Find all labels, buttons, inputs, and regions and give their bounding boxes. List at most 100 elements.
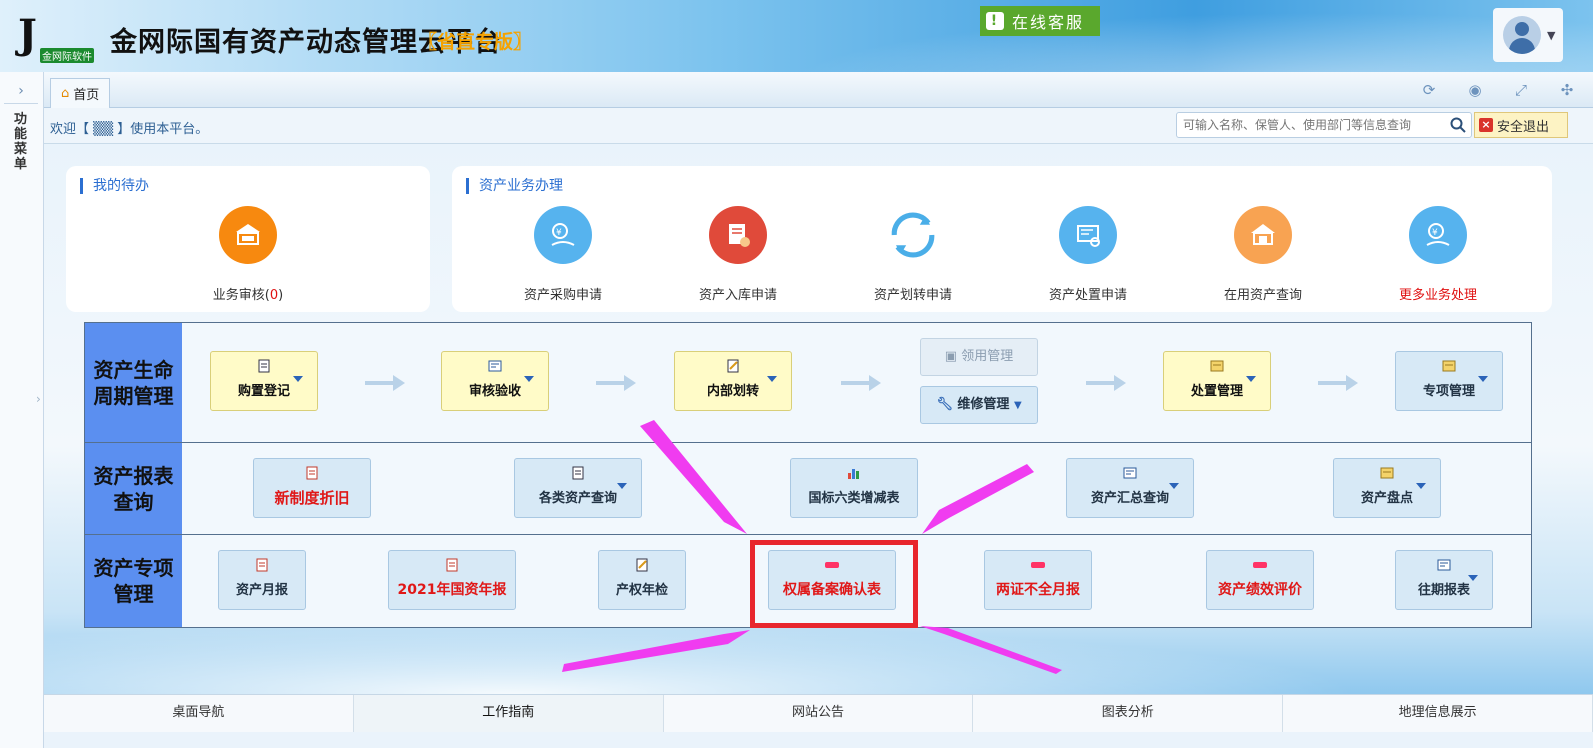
chevron-down-icon[interactable] bbox=[617, 483, 627, 489]
special-management-label: 专项管理 bbox=[1422, 384, 1475, 399]
purchase-register-button[interactable]: 购置登记 bbox=[210, 351, 318, 411]
purchase-request-label: 资产采购申请 bbox=[523, 288, 602, 303]
welcome-bar: 欢迎【 ▒▒ 】使用本平台。 × 安全退出 bbox=[44, 108, 1593, 144]
chevron-down-icon[interactable] bbox=[1478, 376, 1488, 382]
tab-work-guide[interactable]: 工作指南 bbox=[353, 695, 664, 732]
tab-tools: ⟳ ◉ ⤢ ✣ bbox=[1417, 80, 1579, 100]
transfer-cycle-icon bbox=[884, 206, 942, 264]
search-box bbox=[1176, 112, 1472, 138]
logo-text: 金网际软件 bbox=[40, 48, 94, 63]
asset-inventory-label: 资产盘点 bbox=[1360, 491, 1413, 506]
chevron-down-icon[interactable] bbox=[524, 376, 534, 382]
pencil-doc-icon bbox=[727, 359, 739, 373]
report-icon bbox=[446, 558, 458, 572]
chevron-down-icon[interactable]: ▼ bbox=[1014, 400, 1022, 411]
tab-bar: ⌂ 首页 ⟳ ◉ ⤢ ✣ bbox=[44, 72, 1593, 108]
house-icon bbox=[1234, 206, 1292, 264]
sidebar-expand-button[interactable]: › bbox=[4, 78, 38, 104]
transfer-request-item[interactable]: 资产划转申请 bbox=[838, 206, 988, 303]
inbound-request-item[interactable]: 资产入库申请 bbox=[663, 206, 813, 303]
app-header: J 金网际软件 金网际国有资产动态管理云平台 〖省直专版〗 ! 在线客服 ▼ bbox=[0, 0, 1593, 72]
header-background bbox=[693, 0, 1593, 72]
new-depreciation-button[interactable]: 新制度折旧 bbox=[253, 458, 371, 518]
tab-home-label: 首页 bbox=[73, 88, 100, 103]
tab-home[interactable]: ⌂ 首页 bbox=[50, 78, 111, 108]
eye-icon[interactable]: ◉ bbox=[1463, 80, 1487, 100]
flow-arrow bbox=[365, 375, 405, 391]
logout-button[interactable]: × 安全退出 bbox=[1474, 112, 1568, 138]
folder-doc-icon bbox=[1442, 360, 1456, 372]
search-input[interactable] bbox=[1177, 113, 1439, 137]
tab-desktop-nav[interactable]: 桌面导航 bbox=[44, 695, 354, 732]
property-annual-check-label: 产权年检 bbox=[615, 583, 668, 598]
new-depreciation-label: 新制度折旧 bbox=[274, 489, 350, 507]
bank-icon bbox=[219, 206, 277, 264]
welcome-text: 欢迎【 ▒▒ 】使用本平台。 bbox=[50, 122, 209, 137]
chevron-down-icon[interactable] bbox=[1468, 575, 1478, 581]
form-icon bbox=[488, 360, 502, 372]
fullscreen-icon[interactable]: ✣ bbox=[1555, 80, 1579, 100]
business-review-item[interactable]: 业务审核(0) bbox=[173, 206, 323, 303]
sidebar-drag-handle[interactable]: › bbox=[36, 392, 41, 406]
certificate-icon bbox=[1059, 206, 1117, 264]
document-hand-icon bbox=[709, 206, 767, 264]
folder-doc-icon bbox=[1380, 467, 1394, 479]
flow-arrow bbox=[1086, 375, 1126, 391]
chevron-down-icon[interactable] bbox=[293, 376, 303, 382]
national-six-class-button[interactable]: 国标六类增减表 bbox=[790, 458, 918, 518]
tab-announcements[interactable]: 网站公告 bbox=[664, 695, 974, 732]
online-service-button[interactable]: ! 在线客服 bbox=[980, 6, 1100, 36]
annual-report-2021-label: 2021年国资年报 bbox=[397, 582, 507, 598]
asset-summary-query-button[interactable]: 资产汇总查询 bbox=[1066, 458, 1194, 518]
search-icon[interactable] bbox=[1449, 116, 1467, 134]
asset-inventory-button[interactable]: 资产盘点 bbox=[1333, 458, 1441, 518]
chevron-down-icon[interactable] bbox=[1246, 376, 1256, 382]
disposal-request-label: 资产处置申请 bbox=[1048, 288, 1127, 303]
wrench-icon: 🔧︎ bbox=[936, 397, 953, 412]
disposal-request-item[interactable]: 资产处置申请 bbox=[1013, 206, 1163, 303]
maintenance-management-button[interactable]: 🔧︎ 维修管理 ▼ bbox=[920, 386, 1038, 424]
flow-arrow bbox=[596, 375, 636, 391]
annual-report-2021-button[interactable]: 2021年国资年报 bbox=[388, 550, 516, 610]
lifecycle-row: 资产生命周期管理 购置登记 审核验收 内部划转 ▣ 领用管理 🔧︎ 维修管理 ▼… bbox=[85, 323, 1531, 443]
refresh-icon[interactable]: ⟳ bbox=[1417, 80, 1441, 100]
property-annual-check-button[interactable]: 产权年检 bbox=[598, 550, 686, 610]
requisition-management-button[interactable]: ▣ 领用管理 bbox=[920, 338, 1038, 376]
chevron-down-icon[interactable] bbox=[1416, 483, 1426, 489]
purchase-request-item[interactable]: ¥ 资产采购申请 bbox=[488, 206, 638, 303]
logout-label: 安全退出 bbox=[1497, 119, 1550, 135]
past-reports-label: 往期报表 bbox=[1417, 583, 1470, 598]
monthly-report-label: 资产月报 bbox=[235, 583, 288, 598]
special-management-button[interactable]: 专项管理 bbox=[1395, 351, 1503, 411]
report-icon bbox=[256, 558, 268, 572]
user-menu[interactable]: ▼ bbox=[1493, 8, 1563, 62]
sidebar-label[interactable]: 功能菜单 bbox=[14, 112, 30, 172]
monthly-report-button[interactable]: 资产月报 bbox=[218, 550, 306, 610]
home-icon: ⌂ bbox=[61, 86, 70, 101]
asset-category-query-button[interactable]: 各类资产查询 bbox=[514, 458, 642, 518]
bottom-tab-bar: 桌面导航 工作指南 网站公告 图表分析 地理信息展示 bbox=[44, 694, 1593, 732]
business-panel: 资产业务办理 ¥ 资产采购申请 资产入库申请 资产划转申请 资产处置申请 在用资… bbox=[452, 166, 1552, 312]
performance-evaluation-button[interactable]: 资产绩效评价 bbox=[1206, 550, 1314, 610]
tab-geo-info[interactable]: 地理信息展示 bbox=[1283, 695, 1593, 732]
expand-icon[interactable]: ⤢ bbox=[1509, 80, 1533, 100]
inuse-query-item[interactable]: 在用资产查询 bbox=[1188, 206, 1338, 303]
more-business-item[interactable]: ¥ 更多业务处理 bbox=[1363, 206, 1513, 303]
past-reports-button[interactable]: 往期报表 bbox=[1395, 550, 1493, 610]
tab-chart-analysis[interactable]: 图表分析 bbox=[973, 695, 1284, 732]
internal-transfer-button[interactable]: 内部划转 bbox=[674, 351, 792, 411]
chevron-down-icon[interactable] bbox=[1169, 483, 1179, 489]
avatar bbox=[1503, 16, 1541, 54]
review-acceptance-button[interactable]: 审核验收 bbox=[441, 351, 549, 411]
sidebar: › 功能菜单 › bbox=[0, 72, 44, 748]
incomplete-certs-button[interactable]: 两证不全月报 bbox=[984, 550, 1092, 610]
edit-doc-icon bbox=[258, 359, 270, 373]
logo-mark: J bbox=[18, 11, 37, 58]
more-business-label: 更多业务处理 bbox=[1398, 288, 1477, 303]
incomplete-certs-label: 两证不全月报 bbox=[996, 582, 1080, 598]
chevron-down-icon[interactable] bbox=[767, 376, 777, 382]
todo-panel: 我的待办 业务审核(0) bbox=[66, 166, 430, 312]
online-service-label: 在线客服 bbox=[1012, 13, 1085, 32]
new-badge-icon bbox=[1253, 562, 1267, 568]
disposal-management-button[interactable]: 处置管理 bbox=[1163, 351, 1271, 411]
